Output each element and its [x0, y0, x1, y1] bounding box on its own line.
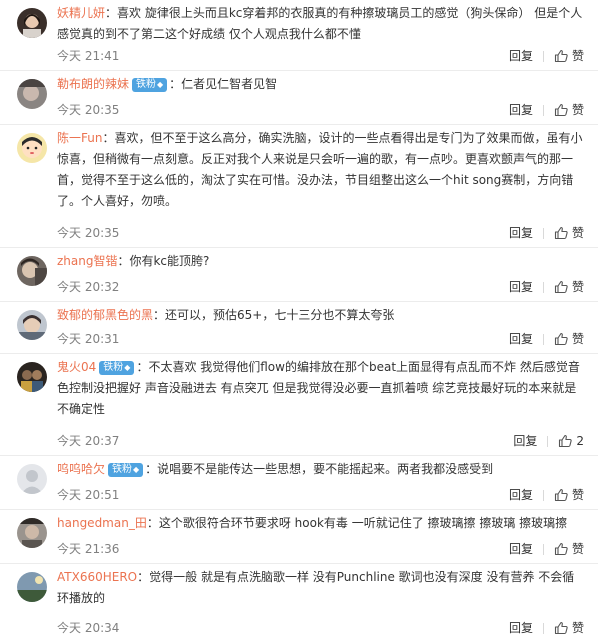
fan-badge: 铁粉◆ [108, 463, 144, 477]
fan-badge: 铁粉◆ [132, 78, 168, 92]
thumbs-up-icon [554, 226, 568, 240]
fan-badge: 铁粉◆ [99, 361, 135, 375]
username-link[interactable]: 呜呜哈欠 [57, 462, 105, 476]
like-button[interactable]: 赞 [554, 46, 584, 66]
divider [542, 489, 544, 501]
like-label: 赞 [571, 332, 584, 346]
username-link[interactable]: ATX660HERO [57, 570, 137, 584]
comment-text: ：你有kc能顶胯? [117, 254, 210, 268]
comment-text: ：说唱要不是能传达一些思想，要不能摇起来。两者我都没感受到 [145, 462, 494, 476]
comment-time: 今天 20:35 [57, 103, 120, 117]
reply-button[interactable]: 回复 [509, 100, 533, 120]
comment-time: 今天 20:34 [57, 621, 120, 635]
comment-text: ：仁者见仁智者见智 [169, 77, 278, 91]
comment-text: ：喜欢 旋律很上头而且kc穿着邦的衣服真的有种擦玻璃员工的感觉（狗头保命） 但是… [57, 6, 583, 41]
comment-item: 呜呜哈欠 铁粉◆ ：说唱要不是能传达一些思想，要不能摇起来。两者我都没感受到 今天 … [0, 456, 598, 510]
comment-list: 妖精儿妍：喜欢 旋律很上头而且kc穿着邦的衣服真的有种擦玻璃员工的感觉（狗头保命… [0, 0, 598, 642]
comment-text: ：不太喜欢 我觉得他们flow的编排放在那个beat上面显得有点乱而不炸 然后感… [57, 360, 580, 416]
username-link[interactable]: 妖精儿妍 [57, 6, 105, 20]
comment-item: 勒布朗的辣妹 铁粉◆ ：仁者见仁智者见智 今天 20:35 回复 赞 [0, 71, 598, 125]
comment-time: 今天 20:32 [57, 280, 120, 294]
comment-time: 今天 20:35 [57, 226, 120, 240]
avatar[interactable] [17, 464, 47, 494]
reply-button[interactable]: 回复 [509, 277, 533, 297]
like-label: 赞 [571, 542, 584, 556]
like-label: 赞 [571, 103, 584, 117]
thumbs-up-icon [554, 542, 568, 556]
avatar[interactable] [17, 256, 47, 286]
like-button[interactable]: 赞 [554, 485, 584, 505]
comment-item: ATX660HERO：觉得一般 就是有点洗脑歌一样 没有Punchline 歌词… [0, 564, 598, 642]
username-link[interactable]: 鬼火04 [57, 360, 96, 374]
like-label: 赞 [571, 488, 584, 502]
username-link[interactable]: 致郁的郁黑色的黑 [57, 308, 153, 322]
thumbs-up-icon [554, 332, 568, 346]
reply-button[interactable]: 回复 [509, 46, 533, 66]
username-link[interactable]: zhang智锴 [57, 254, 117, 268]
username-link[interactable]: 勒布朗的辣妹 [57, 77, 129, 91]
reply-button[interactable]: 回复 [509, 539, 533, 559]
divider [542, 622, 544, 634]
comment-text: ：还可以，预估65+，七十三分也不算太夸张 [153, 308, 395, 322]
username-link[interactable]: hangedman_田 [57, 516, 147, 530]
comment-item: 致郁的郁黑色的黑：还可以，预估65+，七十三分也不算太夸张 今天 20:31 回… [0, 302, 598, 354]
avatar[interactable] [17, 572, 47, 602]
reply-button[interactable]: 回复 [509, 485, 533, 505]
like-button[interactable]: 赞 [554, 539, 584, 559]
like-button[interactable]: 赞 [554, 100, 584, 120]
divider [547, 435, 549, 447]
like-count: 2 [576, 434, 584, 448]
like-button[interactable]: 赞 [554, 277, 584, 297]
comment-item: 陈一Fun：喜欢，但不至于这么高分，确实洗脑，设计的一些点看得出是专门为了效果而… [0, 125, 598, 248]
comment-time: 今天 20:31 [57, 332, 120, 346]
thumbs-up-icon [554, 49, 568, 63]
like-label: 赞 [571, 49, 584, 63]
avatar[interactable] [17, 8, 47, 38]
like-label: 赞 [571, 621, 584, 635]
thumbs-up-icon [554, 103, 568, 117]
like-button[interactable]: 赞 [554, 329, 584, 349]
reply-button[interactable]: 回复 [509, 329, 533, 349]
thumbs-up-icon [554, 621, 568, 635]
reply-button[interactable]: 回复 [513, 431, 537, 451]
comment-time: 今天 20:37 [57, 434, 120, 448]
like-button[interactable]: 赞 [554, 223, 584, 243]
comment-time: 今天 20:51 [57, 488, 120, 502]
username-link[interactable]: 陈一Fun [57, 131, 102, 145]
comment-time: 今天 21:41 [57, 49, 120, 63]
avatar[interactable] [17, 362, 47, 392]
avatar[interactable] [17, 518, 47, 548]
divider [542, 281, 544, 293]
thumbs-up-icon [554, 280, 568, 294]
divider [542, 543, 544, 555]
like-label: 赞 [571, 226, 584, 240]
comment-item: hangedman_田：这个歌很符合环节要求呀 hook有毒 一听就记住了 擦玻… [0, 510, 598, 564]
divider [542, 227, 544, 239]
avatar[interactable] [17, 133, 47, 163]
comment-item: 妖精儿妍：喜欢 旋律很上头而且kc穿着邦的衣服真的有种擦玻璃员工的感觉（狗头保命… [0, 0, 598, 71]
thumbs-up-icon [558, 434, 573, 448]
divider [542, 333, 544, 345]
comment-item: 鬼火04 铁粉◆ ：不太喜欢 我觉得他们flow的编排放在那个beat上面显得有点乱… [0, 354, 598, 456]
comment-text: ：喜欢，但不至于这么高分，确实洗脑，设计的一些点看得出是专门为了效果而做，虽有小… [57, 131, 583, 208]
like-label: 赞 [571, 280, 584, 294]
reply-button[interactable]: 回复 [509, 223, 533, 243]
avatar[interactable] [17, 310, 47, 340]
comment-text: ：这个歌很符合环节要求呀 hook有毒 一听就记住了 擦玻璃擦 擦玻璃 擦玻璃擦 [146, 516, 568, 530]
divider [542, 50, 544, 62]
avatar[interactable] [17, 79, 47, 109]
thumbs-up-icon [554, 488, 568, 502]
like-button[interactable]: 赞 [554, 618, 584, 638]
like-button[interactable]: 2 [558, 431, 584, 451]
comment-item: zhang智锴：你有kc能顶胯? 今天 20:32 回复 赞 [0, 248, 598, 302]
reply-button[interactable]: 回复 [509, 618, 533, 638]
divider [542, 104, 544, 116]
comment-time: 今天 21:36 [57, 542, 120, 556]
